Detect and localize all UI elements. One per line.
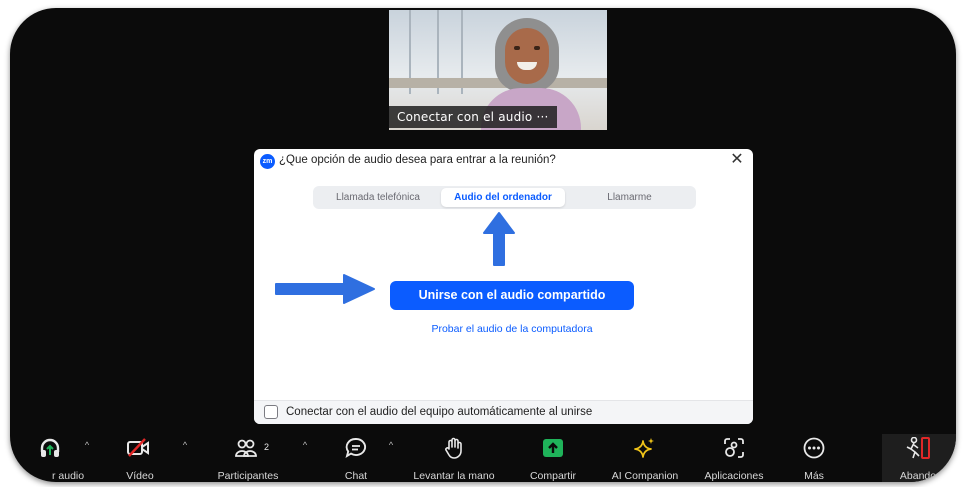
leave-icon	[886, 436, 950, 460]
participants-button[interactable]: 2 ^ Participantes	[216, 434, 307, 482]
chat-icon	[334, 436, 378, 460]
join-audio-button[interactable]: Unirse con el audio compartido	[390, 281, 634, 310]
participants-count: 2	[264, 442, 270, 452]
participants-label: Participantes	[217, 470, 279, 482]
auto-join-label: Conectar con el audio del equipo automát…	[286, 406, 593, 418]
video-button[interactable]: ^ Vídeo	[118, 434, 188, 482]
close-icon[interactable]: ✕	[729, 151, 745, 169]
video-off-icon	[118, 436, 158, 460]
dialog-title-bar: zm ¿Que opción de audio desea para entra…	[254, 149, 753, 173]
more-label: Más	[804, 470, 824, 482]
zoom-logo-icon: zm	[260, 154, 275, 169]
dialog-title: ¿Que opción de audio desea para entrar a…	[279, 154, 556, 166]
apps-label: Aplicaciones	[704, 470, 764, 482]
hand-icon	[406, 436, 502, 460]
audio-label: r audio	[52, 470, 85, 482]
dialog-footer: Conectar con el audio del equipo automát…	[254, 400, 753, 424]
leave-label: Abando	[899, 470, 937, 482]
audio-tabs: Llamada telefónica Audio del ordenador L…	[313, 186, 696, 209]
raise-hand-button[interactable]: Levantar la mano	[406, 434, 502, 482]
apps-icon	[694, 436, 774, 460]
audio-caret-icon[interactable]: ^	[82, 440, 92, 450]
raise-hand-label: Levantar la mano	[413, 470, 495, 482]
share-button[interactable]: Compartir	[518, 434, 588, 482]
audio-button[interactable]: ^ r audio	[30, 434, 100, 482]
tab-computer-audio[interactable]: Audio del ordenador	[441, 188, 565, 207]
tab-call-me[interactable]: Llamarme	[565, 188, 694, 207]
chat-button[interactable]: ^ Chat	[334, 434, 394, 482]
video-label: Vídeo	[126, 470, 154, 482]
meeting-toolbar: ^ r audio ^ Vídeo 2 ^ Participantes ^ Ch…	[10, 434, 956, 482]
test-audio-link[interactable]: Probar el audio de la computadora	[414, 323, 610, 335]
ai-companion-label: AI Companion	[611, 470, 679, 482]
more-icon	[792, 436, 836, 460]
headphones-icon	[30, 436, 70, 460]
share-label: Compartir	[529, 470, 577, 482]
sparkle-icon	[602, 436, 688, 460]
leave-button[interactable]: Abando	[886, 434, 956, 482]
more-button[interactable]: Más	[792, 434, 836, 482]
arrow-right-icon	[275, 274, 375, 304]
chat-label: Chat	[344, 470, 368, 482]
meeting-window: Conectar con el audio ··· zm ¿Que opción…	[10, 8, 956, 482]
video-status-label: Conectar con el audio ···	[389, 106, 557, 128]
tab-phone-call[interactable]: Llamada telefónica	[315, 188, 441, 207]
share-screen-icon	[518, 436, 588, 460]
apps-button[interactable]: Aplicaciones	[694, 434, 774, 482]
arrow-up-icon	[483, 212, 515, 266]
auto-join-checkbox[interactable]	[264, 405, 278, 419]
chat-caret-icon[interactable]: ^	[386, 440, 396, 450]
video-caret-icon[interactable]: ^	[180, 440, 190, 450]
participant-video-tile[interactable]: Conectar con el audio ···	[389, 10, 607, 130]
ai-companion-button[interactable]: AI Companion	[602, 434, 688, 482]
participants-caret-icon[interactable]: ^	[300, 440, 310, 450]
